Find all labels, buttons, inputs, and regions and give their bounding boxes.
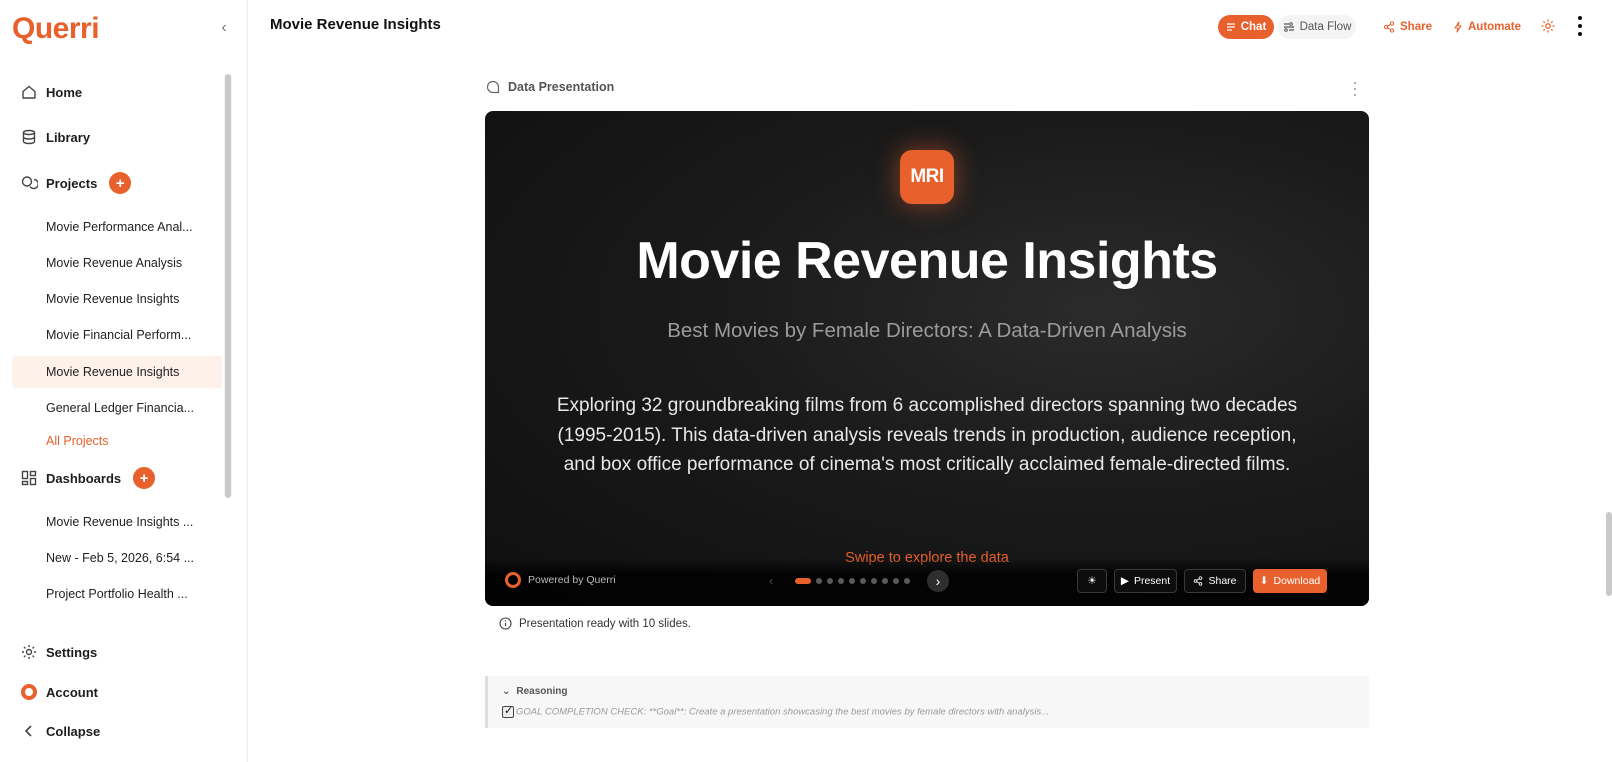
sidebar-project-item[interactable]: Movie Financial Perform...	[12, 319, 222, 351]
sidebar-dashboard-item[interactable]: Project Portfolio Health ...	[12, 578, 222, 610]
slide-share-label: Share	[1208, 575, 1237, 587]
slide-body-text: Exploring 32 groundbreaking films from 6…	[556, 395, 1298, 475]
slide-dot[interactable]	[871, 578, 877, 584]
status-line: Presentation ready with 10 slides.	[499, 617, 691, 630]
home-icon	[20, 83, 38, 101]
mri-logo: MRI	[900, 150, 954, 204]
reasoning-text-value: GOAL COMPLETION CHECK: **Goal**: Create …	[516, 706, 1050, 718]
reasoning-label: Reasoning	[516, 686, 568, 697]
sidebar-item-label: Library	[46, 129, 91, 145]
sidebar-item-collapse[interactable]: Collapse	[20, 720, 100, 742]
sidebar-item-label: Collapse	[46, 723, 101, 739]
slide-dot[interactable]	[882, 578, 888, 584]
add-project-button[interactable]: +	[109, 172, 132, 194]
sun-icon: ☀	[1087, 575, 1097, 587]
sidebar-item-label: Home	[46, 84, 83, 100]
slide-dot[interactable]	[795, 578, 811, 584]
tab-data-flow-label: Data Flow	[1299, 21, 1352, 33]
sidebar-dashboard-item[interactable]: New - Feb 5, 2026, 6:54 ...	[12, 542, 222, 574]
prev-slide-icon[interactable]: ‹	[769, 574, 773, 588]
tab-chat-label: Chat	[1240, 21, 1267, 33]
slide-dot[interactable]	[816, 578, 822, 584]
page-title: Movie Revenue Insights	[270, 16, 441, 33]
download-button-label: Download	[1273, 575, 1321, 587]
tab-data-flow[interactable]: Data Flow	[1278, 15, 1356, 39]
presentation-slide[interactable]: MRI Movie Revenue Insights Best Movies b…	[485, 111, 1369, 606]
all-projects-link[interactable]: All Projects	[46, 434, 109, 448]
lightning-icon	[1454, 21, 1462, 33]
play-icon: ▶	[1120, 575, 1129, 587]
database-icon	[20, 128, 38, 146]
reasoning-panel: ⌄ Reasoning GOAL COMPLETION CHECK: **Goa…	[485, 676, 1369, 728]
sidebar-project-item[interactable]: General Ledger Financia...	[12, 392, 222, 424]
querri-mark-icon	[505, 572, 521, 588]
section-title: Data Presentation	[508, 80, 615, 94]
chat-bubbles-icon	[20, 174, 38, 192]
slide-dot[interactable]	[904, 578, 910, 584]
automate-button-label: Automate	[1468, 21, 1522, 33]
sidebar-project-item[interactable]: Movie Revenue Analysis	[12, 247, 222, 279]
info-icon	[499, 617, 512, 630]
dashboard-icon	[20, 469, 38, 487]
list-icon	[1226, 23, 1235, 31]
slide-dot[interactable]	[860, 578, 866, 584]
chevron-down-icon: ⌄	[502, 686, 511, 697]
section-more-icon[interactable]	[1352, 82, 1358, 96]
sidebar-item-settings[interactable]: Settings	[20, 641, 97, 663]
sidebar-dashboard-item[interactable]: Movie Revenue Insights ...	[12, 506, 222, 538]
querri-logo[interactable]: Querri	[12, 12, 100, 46]
sidebar-item-projects[interactable]: Projects +	[20, 172, 132, 194]
gear-icon[interactable]	[1540, 18, 1556, 34]
account-avatar-icon	[20, 683, 38, 701]
sidebar-item-label: Account	[46, 684, 98, 700]
automate-button[interactable]: Automate	[1453, 18, 1521, 36]
gear-icon	[20, 643, 38, 661]
present-button[interactable]: ▶ Present	[1114, 569, 1177, 593]
slide-title: Movie Revenue Insights	[636, 232, 1218, 290]
slide-dot[interactable]	[827, 578, 833, 584]
sidebar-item-label: Projects	[46, 175, 98, 191]
slide-dot[interactable]	[838, 578, 844, 584]
sidebar-item-label: Settings	[46, 644, 98, 660]
reasoning-text: GOAL COMPLETION CHECK: **Goal**: Create …	[502, 704, 1050, 718]
share-icon	[1194, 576, 1203, 586]
section-header: Data Presentation	[486, 80, 614, 94]
present-button-label: Present	[1133, 575, 1171, 587]
share-button[interactable]: Share	[1383, 18, 1432, 36]
sidebar-collapse-chevron-icon[interactable]: ‹	[216, 20, 232, 36]
powered-by-label: Powered by Querri	[528, 574, 616, 586]
tab-chat[interactable]: Chat	[1218, 15, 1274, 39]
slide-dots	[795, 578, 910, 584]
powered-by: Powered by Querri	[505, 572, 616, 588]
chat-bubble-icon	[486, 80, 500, 94]
slide-share-button[interactable]: Share	[1184, 569, 1246, 593]
slide-subtitle: Best Movies by Female Directors: A Data-…	[667, 319, 1187, 342]
flow-icon	[1283, 22, 1294, 32]
share-icon	[1383, 21, 1395, 33]
chevron-left-icon	[20, 722, 38, 740]
sidebar-project-item[interactable]: Movie Revenue Insights	[12, 283, 222, 315]
sidebar-item-account[interactable]: Account	[20, 681, 98, 703]
checkbox-icon	[502, 704, 514, 718]
sidebar-item-dashboards[interactable]: Dashboards +	[20, 467, 156, 489]
sidebar-item-label: Dashboards	[46, 470, 122, 486]
sidebar-project-item-active[interactable]: Movie Revenue Insights	[12, 356, 222, 388]
sidebar-scrollbar-thumb[interactable]	[225, 74, 231, 498]
sidebar-project-item[interactable]: Movie Performance Anal...	[12, 211, 222, 243]
main-scrollbar-thumb[interactable]	[1606, 512, 1612, 596]
reasoning-toggle[interactable]: ⌄ Reasoning	[502, 686, 568, 697]
more-options-icon[interactable]	[1576, 16, 1584, 36]
sidebar: Querri ‹ Home Library Projects + Movie P…	[0, 0, 248, 762]
download-button[interactable]: ⬇ Download	[1253, 569, 1327, 593]
theme-toggle-button[interactable]: ☀	[1077, 569, 1107, 593]
status-text: Presentation ready with 10 slides.	[519, 617, 691, 630]
next-slide-button[interactable]: ›	[927, 570, 949, 592]
slide-dot[interactable]	[849, 578, 855, 584]
add-dashboard-button[interactable]: +	[133, 467, 156, 489]
slide-dot[interactable]	[893, 578, 899, 584]
download-icon: ⬇	[1259, 575, 1269, 587]
sidebar-item-library[interactable]: Library	[20, 126, 90, 148]
sidebar-item-home[interactable]: Home	[20, 81, 82, 103]
share-button-label: Share	[1400, 21, 1432, 33]
